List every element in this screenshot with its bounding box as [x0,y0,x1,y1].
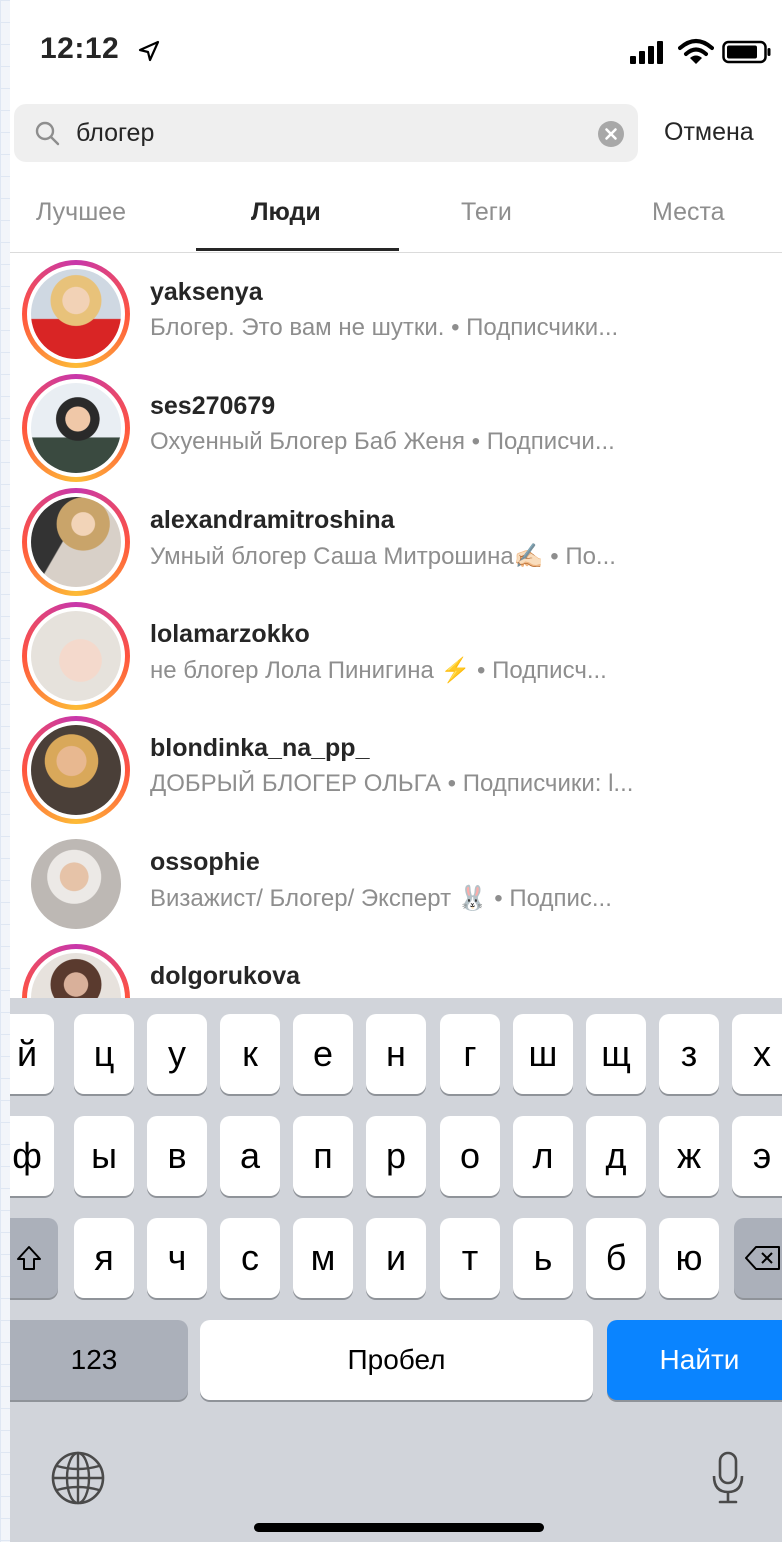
search-bar[interactable] [14,104,638,162]
list-item[interactable]: dolgorukova [10,940,782,998]
key[interactable]: с [220,1218,280,1298]
key[interactable]: п [293,1116,353,1196]
key[interactable]: щ [586,1014,646,1094]
wifi-icon [678,39,714,64]
home-indicator [254,1523,544,1532]
user-description: Умный блогер Саша Митрошина✍🏻 • По... [150,543,616,570]
battery-icon [722,40,771,64]
key[interactable]: а [220,1116,280,1196]
status-bar: 12:12 [10,0,782,100]
active-tab-indicator [196,248,399,251]
search-icon [35,121,60,146]
avatar [31,383,121,473]
tab-people[interactable]: Люди [251,198,321,227]
key[interactable]: о [440,1116,500,1196]
space-key[interactable]: Пробел [200,1320,593,1400]
key[interactable]: г [440,1014,500,1094]
key[interactable]: ш [513,1014,573,1094]
key[interactable]: ь [513,1218,573,1298]
list-item[interactable]: blondinka_na_pp_ ДОБРЫЙ БЛОГЕР ОЛЬГА • П… [10,712,782,826]
globe-icon[interactable] [50,1450,106,1506]
user-description: Охуенный Блогер Баб Женя • Подписчи... [150,428,615,455]
key[interactable]: э [732,1116,782,1196]
key[interactable]: е [293,1014,353,1094]
location-arrow-icon [138,40,160,62]
search-tabs: Лучшее Люди Теги Места [10,178,782,253]
key[interactable]: л [513,1116,573,1196]
story-ring [22,260,130,368]
story-ring [22,488,130,596]
username: yaksenya [150,278,263,306]
avatar [31,725,121,815]
user-description: не блогер Лола Пинигина ⚡ • Подписч... [150,657,607,684]
key[interactable]: з [659,1014,719,1094]
avatar [31,269,121,359]
backspace-icon [745,1246,780,1270]
shift-key[interactable] [10,1218,58,1298]
key[interactable]: ч [147,1218,207,1298]
list-item[interactable]: ossophie Визажист/ Блогер/ Эксперт 🐰 • П… [10,826,782,940]
avatar [31,497,121,587]
user-description: Блогер. Это вам не шутки. • Подписчики..… [150,314,619,341]
username: alexandramitroshina [150,506,395,534]
shift-icon [17,1246,41,1270]
tab-top[interactable]: Лучшее [36,198,126,227]
key[interactable]: ю [659,1218,719,1298]
key[interactable]: т [440,1218,500,1298]
avatar-frame [22,830,130,938]
key[interactable]: ф [10,1116,54,1196]
list-item[interactable]: yaksenya Блогер. Это вам не шутки. • Под… [10,256,782,370]
tab-places[interactable]: Места [652,198,725,227]
key[interactable]: ы [74,1116,134,1196]
username: dolgorukova [150,962,301,990]
list-item[interactable]: alexandramitroshina Умный блогер Саша Ми… [10,484,782,598]
cellular-signal-icon [630,41,663,64]
key[interactable]: д [586,1116,646,1196]
key[interactable]: у [147,1014,207,1094]
key[interactable]: ж [659,1116,719,1196]
status-time: 12:12 [40,32,120,65]
key[interactable]: к [220,1014,280,1094]
cancel-button[interactable]: Отмена [664,118,754,147]
key[interactable]: б [586,1218,646,1298]
user-description: ДОБРЫЙ БЛОГЕР ОЛЬГА • Подписчики: l... [150,770,634,797]
people-results-list: yaksenya Блогер. Это вам не шутки. • Под… [10,254,782,998]
username: ossophie [150,848,260,876]
story-ring [22,716,130,824]
tab-tags[interactable]: Теги [461,198,512,227]
avatar [31,953,121,998]
key[interactable]: р [366,1116,426,1196]
key[interactable]: х [732,1014,782,1094]
avatar [31,611,121,701]
keyboard: й ц у к е н г ш щ з х ф ы в а п р о л д … [10,998,782,1542]
username: lolamarzokko [150,620,310,648]
microphone-icon[interactable] [710,1450,746,1506]
search-input[interactable] [76,110,576,156]
key[interactable]: ц [74,1014,134,1094]
avatar [31,839,121,929]
story-ring [22,602,130,710]
backspace-key[interactable] [734,1218,782,1298]
phone-screen: 12:12 От [10,0,782,1542]
key[interactable]: й [10,1014,54,1094]
search-go-key[interactable]: Найти [607,1320,782,1400]
list-item[interactable]: lolamarzokko не блогер Лола Пинигина ⚡ •… [10,598,782,712]
clear-search-icon[interactable] [598,121,624,147]
story-ring [22,374,130,482]
numbers-key[interactable]: 123 [10,1320,188,1400]
user-description: Визажист/ Блогер/ Эксперт 🐰 • Подпис... [150,885,612,912]
key[interactable]: м [293,1218,353,1298]
key[interactable]: н [366,1014,426,1094]
key[interactable]: и [366,1218,426,1298]
story-ring [22,944,130,998]
username: ses270679 [150,392,276,420]
list-item[interactable]: ses270679 Охуенный Блогер Баб Женя • Под… [10,370,782,484]
key[interactable]: в [147,1116,207,1196]
username: blondinka_na_pp_ [150,734,370,762]
key[interactable]: я [74,1218,134,1298]
